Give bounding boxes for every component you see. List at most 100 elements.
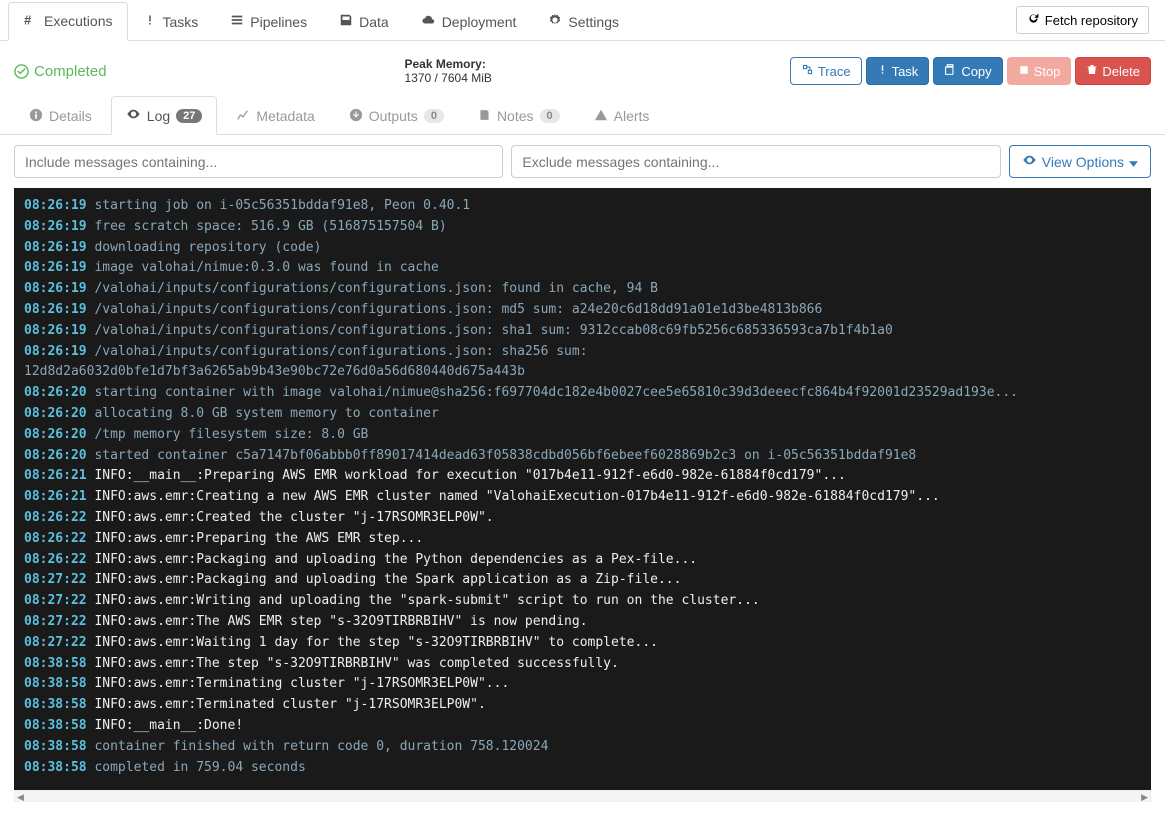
peak-memory-label: Peak Memory: <box>404 57 491 71</box>
log-line: 08:26:19 free scratch space: 516.9 GB (5… <box>24 217 1141 238</box>
tab-label: Settings <box>568 14 619 30</box>
log-line: 08:26:19 starting job on i-05c56351bddaf… <box>24 196 1141 217</box>
log-line: 08:26:19 /valohai/inputs/configurations/… <box>24 342 1141 363</box>
stop-button[interactable]: Stop <box>1007 57 1072 85</box>
button-label: Copy <box>961 64 991 79</box>
eye-icon <box>1022 153 1037 170</box>
task-button[interactable]: Task <box>866 57 930 85</box>
log-line: 08:38:58 completed in 759.04 seconds <box>24 758 1141 779</box>
delete-button[interactable]: Delete <box>1075 57 1151 85</box>
subtab-details[interactable]: Details <box>14 96 107 135</box>
subtab-outputs[interactable]: Outputs 0 <box>334 96 459 135</box>
view-options-button[interactable]: View Options <box>1009 145 1151 178</box>
copy-button[interactable]: Copy <box>933 57 1002 85</box>
exclamation-icon <box>144 13 156 30</box>
trace-button[interactable]: Trace <box>790 57 862 85</box>
subtab-label: Outputs <box>369 108 418 124</box>
subtab-label: Notes <box>497 108 534 124</box>
cloud-icon <box>421 13 436 30</box>
subtab-alerts[interactable]: Alerts <box>579 96 665 135</box>
scroll-left-icon: ◀ <box>17 792 24 803</box>
subtab-label: Alerts <box>614 108 650 124</box>
check-circle-icon <box>14 64 29 79</box>
include-filter-input[interactable] <box>14 145 503 178</box>
button-label: Fetch repository <box>1045 13 1138 28</box>
eye-icon <box>126 107 141 124</box>
tab-label: Executions <box>44 13 112 29</box>
exclude-filter-input[interactable] <box>511 145 1000 178</box>
fetch-repository-button[interactable]: Fetch repository <box>1016 6 1149 34</box>
log-line: 08:27:22 INFO:aws.emr:The AWS EMR step "… <box>24 612 1141 633</box>
log-line: 08:38:58 INFO:aws.emr:The step "s-32O9TI… <box>24 654 1141 675</box>
log-line: 08:26:21 INFO:__main__:Preparing AWS EMR… <box>24 466 1141 487</box>
subtab-label: Metadata <box>256 108 314 124</box>
button-label: Delete <box>1102 64 1140 79</box>
caret-down-icon <box>1129 154 1138 170</box>
refresh-icon <box>1027 12 1040 28</box>
subtab-metadata[interactable]: Metadata <box>221 96 329 135</box>
log-line: 08:26:22 INFO:aws.emr:Packaging and uplo… <box>24 550 1141 571</box>
log-line: 08:38:58 INFO:aws.emr:Terminated cluster… <box>24 695 1141 716</box>
log-line: 08:27:22 INFO:aws.emr:Packaging and uplo… <box>24 570 1141 591</box>
subtab-label: Log <box>147 108 170 124</box>
log-line: 08:38:58 INFO:__main__:Done! <box>24 716 1141 737</box>
log-line: 08:26:22 INFO:aws.emr:Preparing the AWS … <box>24 529 1141 550</box>
subtab-log[interactable]: Log 27 <box>111 96 218 135</box>
tab-executions[interactable]: # Executions <box>8 2 128 41</box>
subtab-label: Details <box>49 108 92 124</box>
tab-label: Deployment <box>442 14 517 30</box>
log-line: 08:27:22 INFO:aws.emr:Waiting 1 day for … <box>24 633 1141 654</box>
trace-icon <box>801 63 814 79</box>
tab-pipelines[interactable]: Pipelines <box>214 2 323 40</box>
tab-settings[interactable]: Settings <box>532 2 635 40</box>
scroll-right-icon: ▶ <box>1141 792 1148 803</box>
gear-icon <box>548 13 562 30</box>
chart-icon <box>236 108 250 125</box>
log-count-badge: 27 <box>176 109 202 123</box>
button-label: Trace <box>818 64 851 79</box>
log-line: 08:26:21 INFO:aws.emr:Creating a new AWS… <box>24 487 1141 508</box>
tab-tasks[interactable]: Tasks <box>128 2 214 40</box>
copy-icon <box>944 63 957 79</box>
peak-memory-value: 1370 / 7604 MiB <box>404 71 491 85</box>
status-label: Completed <box>34 63 107 80</box>
notes-count-badge: 0 <box>540 109 560 123</box>
log-line: 08:26:20 starting container with image v… <box>24 383 1141 404</box>
button-label: Stop <box>1034 64 1061 79</box>
log-filter-row: View Options <box>0 135 1165 188</box>
download-icon <box>349 108 363 125</box>
exclamation-icon <box>877 63 888 79</box>
note-icon <box>478 108 491 125</box>
button-label: View Options <box>1042 154 1124 170</box>
svg-text:#: # <box>24 13 32 27</box>
log-line: 08:38:58 INFO:aws.emr:Terminating cluste… <box>24 674 1141 695</box>
main-nav-tabs: # Executions Tasks Pipelines Data Deploy… <box>0 0 1165 41</box>
outputs-count-badge: 0 <box>424 109 444 123</box>
execution-sub-tabs: Details Log 27 Metadata Outputs 0 Notes … <box>0 95 1165 135</box>
log-line: 08:27:22 INFO:aws.emr:Writing and upload… <box>24 591 1141 612</box>
log-line: 08:26:20 started container c5a7147bf06ab… <box>24 446 1141 467</box>
log-line: 08:26:19 /valohai/inputs/configurations/… <box>24 279 1141 300</box>
log-line: 12d8d2a6032d0bfe1d7bf3a6265ab9b43e90bc72… <box>24 362 1141 383</box>
tab-label: Tasks <box>162 14 198 30</box>
subtab-notes[interactable]: Notes 0 <box>463 96 575 135</box>
status-row: Completed Peak Memory: 1370 / 7604 MiB T… <box>0 41 1165 95</box>
log-line: 08:26:19 downloading repository (code) <box>24 238 1141 259</box>
log-output[interactable]: 08:26:19 starting job on i-05c56351bddaf… <box>14 188 1151 790</box>
log-line: 08:26:19 image valohai/nimue:0.3.0 was f… <box>24 258 1141 279</box>
peak-memory: Peak Memory: 1370 / 7604 MiB <box>404 57 491 85</box>
warning-icon <box>594 108 608 125</box>
list-icon <box>230 13 244 30</box>
log-line: 08:26:19 /valohai/inputs/configurations/… <box>24 321 1141 342</box>
trash-icon <box>1086 63 1098 79</box>
hash-icon: # <box>24 13 38 30</box>
stop-icon <box>1018 64 1030 79</box>
tab-data[interactable]: Data <box>323 2 405 40</box>
button-label: Task <box>892 64 919 79</box>
log-line: 08:26:19 /valohai/inputs/configurations/… <box>24 300 1141 321</box>
action-buttons: Trace Task Copy Stop Delete <box>790 57 1151 85</box>
log-line: 08:26:22 INFO:aws.emr:Created the cluste… <box>24 508 1141 529</box>
log-line: 08:26:20 allocating 8.0 GB system memory… <box>24 404 1141 425</box>
horizontal-scrollbar[interactable]: ◀ ▶ <box>14 790 1151 802</box>
tab-deployment[interactable]: Deployment <box>405 2 533 40</box>
